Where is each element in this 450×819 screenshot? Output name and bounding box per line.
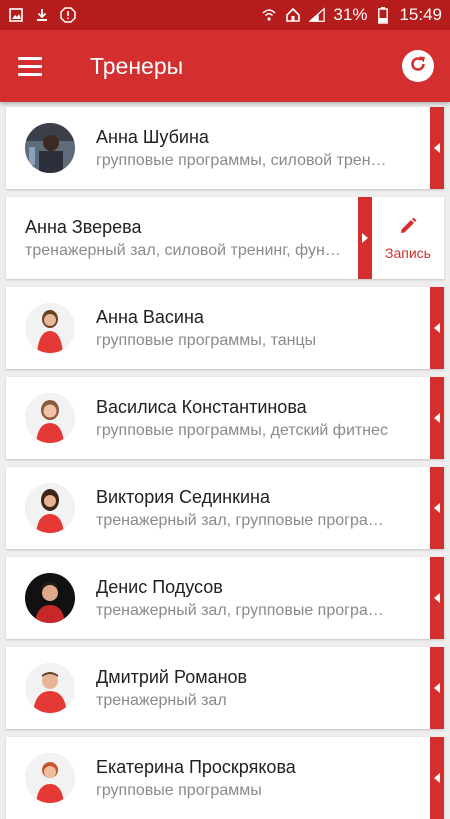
trainer-name: Денис Подусов [96,577,223,597]
trainer-specialty: тренажерный зал, групповые программы [96,512,392,529]
page-title: Тренеры [90,52,184,79]
swipe-handle[interactable] [430,107,444,189]
trainer-name: Екатерина Проскрякова [96,757,296,777]
chevron-right-icon [362,233,368,243]
home-network-icon [285,7,301,23]
swipe-handle[interactable] [430,287,444,369]
hamburger-icon-line [18,64,42,68]
chevron-left-icon [434,503,440,513]
image-notification-icon [8,7,24,23]
chevron-left-icon [434,143,440,153]
trainer-card[interactable]: Анна Васина групповые программы, танцы [6,287,444,369]
trainer-specialty: групповые программы, танцы [96,332,317,349]
trainer-card[interactable]: Анна Шубина групповые программы, силовой… [6,107,444,189]
swipe-handle[interactable] [430,377,444,459]
book-button[interactable]: Запись [372,197,444,279]
app-bar: Тренеры [0,30,450,102]
swipe-handle[interactable] [430,737,444,819]
trainer-card[interactable]: Василиса Константинова групповые програм… [6,377,444,459]
avatar [25,483,75,533]
avatar [25,393,75,443]
avatar [25,753,75,803]
swipe-handle[interactable] [430,467,444,549]
trainer-name: Анна Шубина [96,127,209,147]
trainer-name: Виктория Сединкина [96,487,270,507]
avatar [25,123,75,173]
signal-icon [309,7,326,23]
wifi-call-icon [261,7,277,23]
refresh-icon [408,54,428,79]
swipe-handle[interactable] [430,557,444,639]
menu-button[interactable] [18,46,58,86]
clock: 15:49 [399,5,442,24]
swipe-handle[interactable] [430,647,444,729]
chevron-left-icon [434,593,440,603]
hamburger-icon [18,56,42,60]
refresh-button[interactable] [402,50,434,82]
trainer-specialty: тренажерный зал [96,692,227,709]
chevron-left-icon [434,773,440,783]
avatar [25,303,75,353]
trainer-name: Василиса Константинова [96,397,307,417]
avatar [25,573,75,623]
alert-icon [60,7,76,23]
chevron-left-icon [434,683,440,693]
trainer-specialty: групповые программы, детский фитнес [96,422,388,439]
trainer-specialty: групповые программы [96,782,262,799]
trainer-card[interactable]: Виктория Сединкина тренажерный зал, груп… [6,467,444,549]
status-bar: 31% 15:49 [0,0,450,30]
trainer-name: Дмитрий Романов [96,667,248,687]
battery-percent: 31% [333,5,368,24]
trainer-specialty: тренажерный зал, силовой тренинг, функци… [25,242,345,259]
trainer-name: Анна Васина [96,307,204,327]
swipe-handle[interactable] [358,197,372,279]
book-label: Запись [385,244,431,261]
trainer-card[interactable]: Дмитрий Романов тренажерный зал [6,647,444,729]
avatar [25,663,75,713]
trainer-card[interactable]: Анна Зверева тренажерный зал, силовой тр… [6,197,444,279]
chevron-left-icon [434,323,440,333]
battery-icon [375,6,391,24]
hamburger-icon-line [18,72,42,76]
trainer-name: Анна Зверева [25,217,142,237]
trainer-card[interactable]: Екатерина Проскрякова групповые программ… [6,737,444,819]
pencil-icon [398,216,418,241]
trainer-card[interactable]: Денис Подусов тренажерный зал, групповые… [6,557,444,639]
download-icon [34,7,50,23]
trainer-specialty: групповые программы, силовой тренинг [96,152,392,169]
trainer-specialty: тренажерный зал, групповые программы [96,602,392,619]
chevron-left-icon [434,413,440,423]
